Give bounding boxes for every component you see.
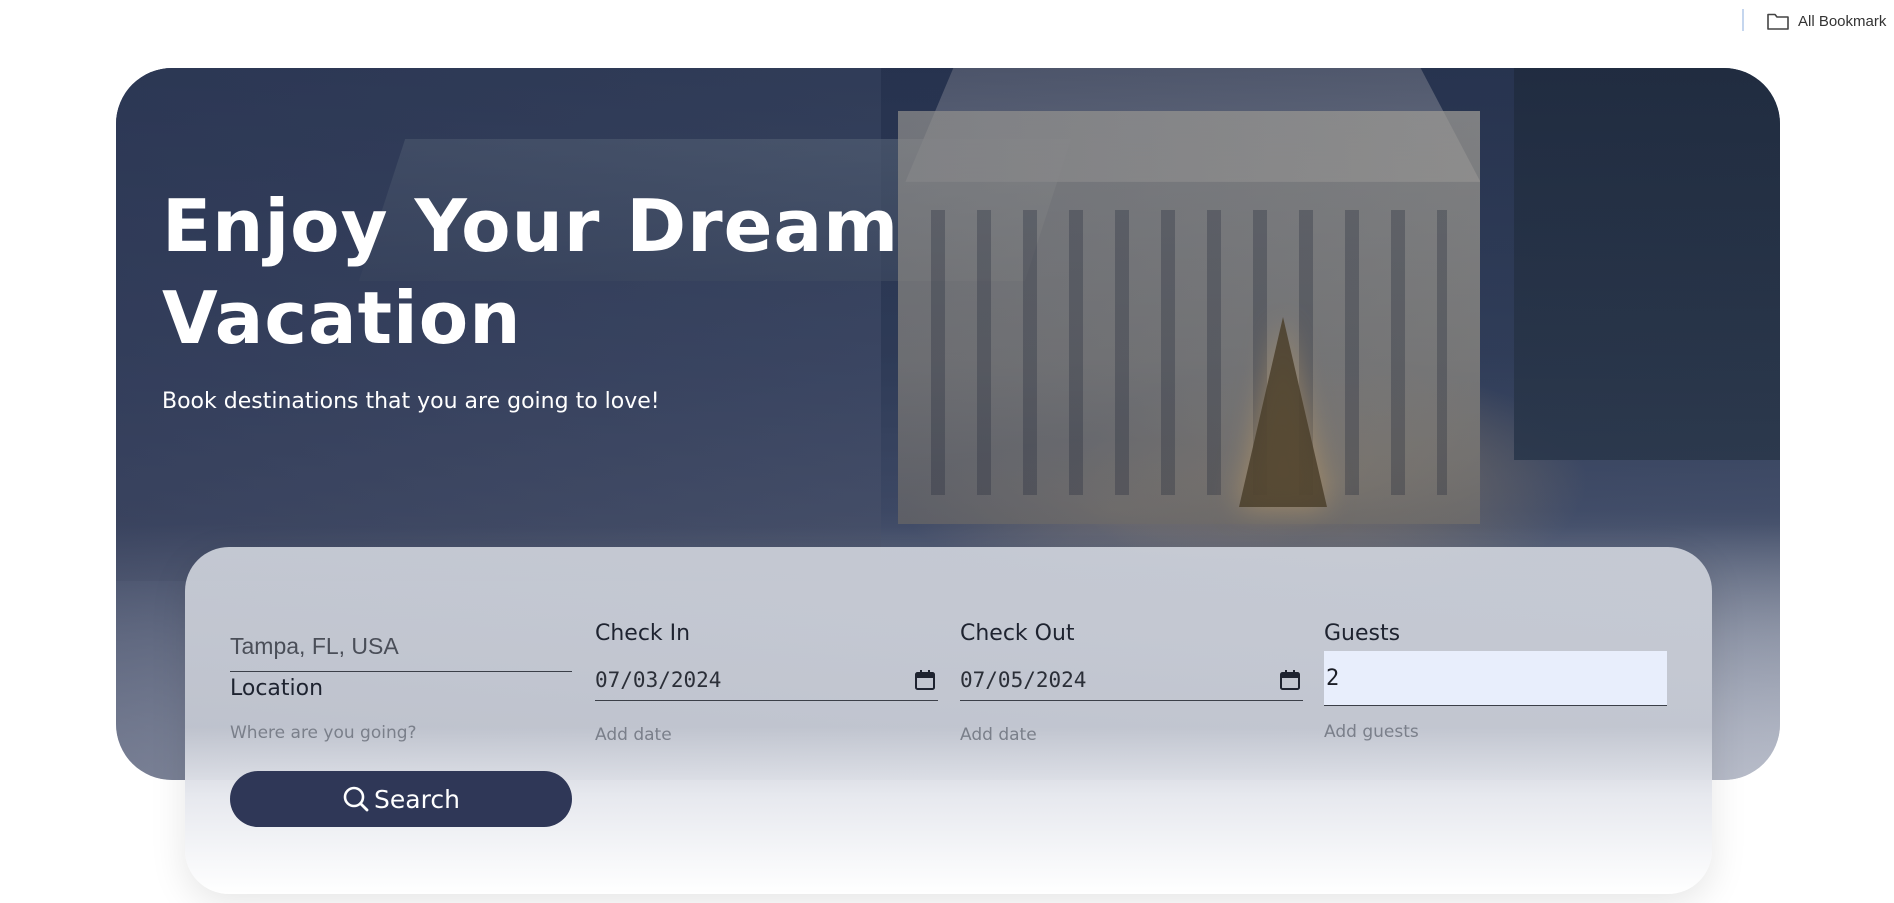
bookmarks-bar: All Bookmark (0, 0, 1894, 42)
check-in-label: Check In (595, 621, 691, 646)
location-label: Location (230, 676, 324, 701)
calendar-icon[interactable] (914, 669, 936, 691)
bookmarks-divider (1742, 9, 1744, 31)
search-card (185, 547, 1712, 894)
hero-subtitle: Book destinations that you are going to … (162, 389, 660, 414)
search-button[interactable]: Search (230, 771, 572, 827)
check-in-hint: Add date (595, 725, 672, 745)
folder-icon (1767, 13, 1789, 30)
location-input[interactable] (230, 622, 572, 672)
check-in-value: 07/03/2024 (595, 667, 722, 692)
search-button-label: Search (374, 784, 460, 814)
check-in-date-input[interactable]: 07/03/2024 (595, 659, 938, 701)
check-out-hint: Add date (960, 725, 1037, 745)
guests-input[interactable] (1324, 651, 1667, 706)
check-out-value: 07/05/2024 (960, 667, 1087, 692)
guests-hint: Add guests (1324, 722, 1419, 742)
search-icon (343, 786, 369, 812)
check-out-label: Check Out (960, 621, 1075, 646)
all-bookmarks-label: All Bookmark (1798, 12, 1887, 30)
guests-label: Guests (1324, 621, 1401, 646)
check-out-date-input[interactable]: 07/05/2024 (960, 659, 1303, 701)
all-bookmarks-button[interactable]: All Bookmark (1766, 9, 1886, 33)
calendar-icon[interactable] (1279, 669, 1301, 691)
hero-title: Enjoy Your Dream Vacation (162, 184, 900, 360)
location-hint: Where are you going? (230, 723, 417, 743)
